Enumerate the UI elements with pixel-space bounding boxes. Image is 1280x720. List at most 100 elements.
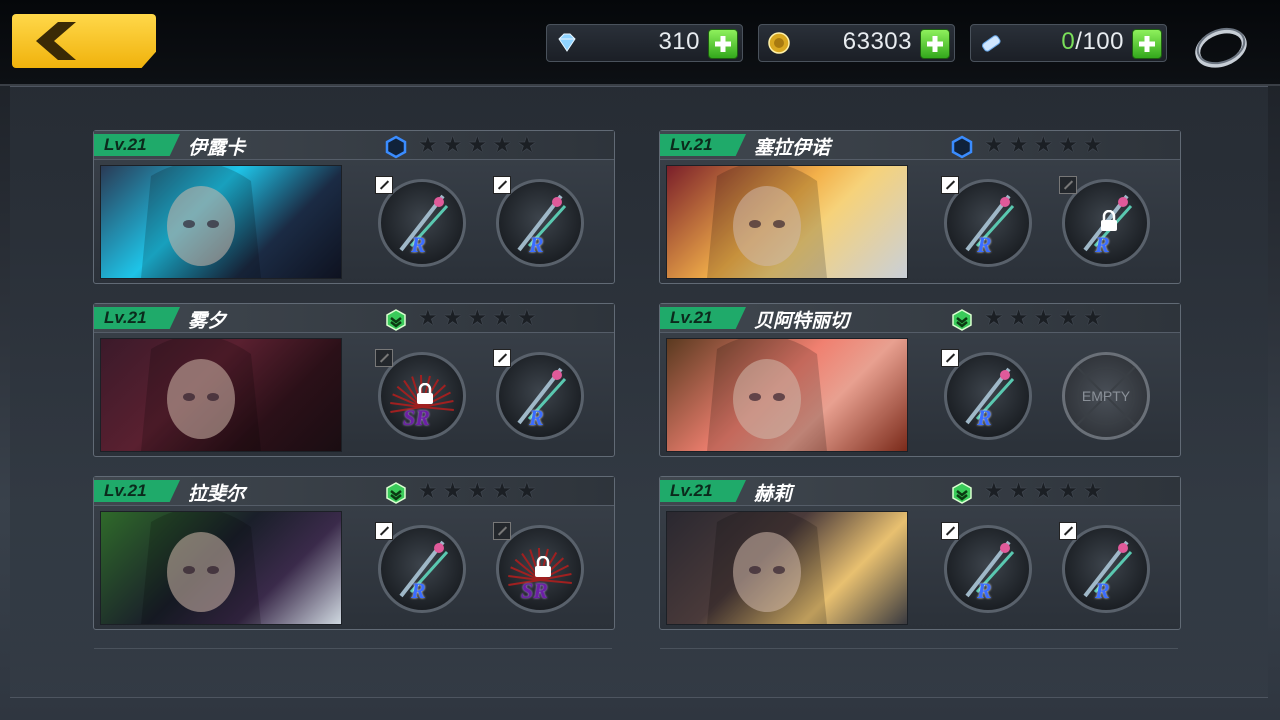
character-card[interactable]: Lv.21 赫莉 ★ ★ ★ ★ ★ R R bbox=[659, 476, 1181, 630]
star-icon: ★ bbox=[418, 133, 438, 158]
card-header: Lv.21 雾夕 ★ ★ ★ ★ ★ bbox=[94, 304, 614, 333]
rarity-label: R bbox=[411, 232, 426, 257]
star-rating: ★ ★ ★ ★ ★ bbox=[418, 308, 542, 330]
add-stamina-button[interactable] bbox=[1132, 29, 1162, 59]
star-rating: ★ ★ ★ ★ ★ bbox=[984, 308, 1108, 330]
rarity-label: R bbox=[977, 405, 992, 430]
back-button[interactable] bbox=[12, 14, 156, 68]
character-card[interactable]: Lv.21 雾夕 ★ ★ ★ ★ ★ SR R bbox=[93, 303, 615, 457]
level-tag: Lv.21 bbox=[660, 134, 746, 156]
star-icon: ★ bbox=[492, 133, 512, 158]
stamina-value: 0/100 bbox=[1061, 28, 1124, 55]
star-icon: ★ bbox=[1033, 306, 1054, 331]
weapon-slot[interactable]: R bbox=[1059, 176, 1150, 267]
level-tag: Lv.21 bbox=[660, 307, 746, 329]
character-card[interactable]: Lv.21 贝阿特丽切 ★ ★ ★ ★ ★ R EMPTY bbox=[659, 303, 1181, 457]
star-icon: ★ bbox=[492, 306, 512, 331]
level-tag: Lv.21 bbox=[94, 307, 180, 329]
star-icon: ★ bbox=[467, 479, 488, 504]
star-rating: ★ ★ ★ ★ ★ bbox=[984, 481, 1108, 503]
star-rating: ★ ★ ★ ★ ★ bbox=[418, 135, 542, 157]
star-icon: ★ bbox=[1082, 133, 1103, 158]
level-tag: Lv.21 bbox=[660, 480, 746, 502]
star-icon: ★ bbox=[1058, 479, 1078, 504]
weapon-slot[interactable]: R bbox=[1059, 522, 1150, 613]
star-rating: ★ ★ ★ ★ ★ bbox=[984, 135, 1108, 157]
weapon-slot[interactable]: R bbox=[493, 349, 584, 440]
weapon-slot[interactable]: R bbox=[941, 349, 1032, 440]
rarity-label: R bbox=[411, 578, 426, 603]
diamond-icon bbox=[558, 33, 576, 52]
character-portrait bbox=[666, 165, 908, 279]
character-card[interactable]: Lv.21 伊露卡 ★ ★ ★ ★ ★ R R bbox=[93, 130, 615, 284]
weapon-slot[interactable]: R bbox=[375, 176, 466, 267]
star-icon: ★ bbox=[984, 479, 1004, 504]
character-portrait bbox=[100, 165, 342, 279]
rarity-label: R bbox=[529, 405, 544, 430]
rank-hexagon-icon bbox=[385, 135, 407, 159]
rarity-label: R bbox=[529, 232, 544, 257]
add-diamond-button[interactable] bbox=[708, 29, 738, 59]
card-header: Lv.21 拉斐尔 ★ ★ ★ ★ ★ bbox=[94, 477, 614, 506]
gold-counter: 63303 bbox=[758, 24, 955, 62]
star-icon: ★ bbox=[467, 306, 488, 331]
card-header: Lv.21 塞拉伊诺 ★ ★ ★ ★ ★ bbox=[660, 131, 1180, 160]
rarity-label: R bbox=[1095, 232, 1110, 257]
lock-icon bbox=[1101, 210, 1117, 231]
top-bar: 310 63303 0/100 bbox=[0, 0, 1280, 86]
character-card[interactable]: Lv.21 拉斐尔 ★ ★ ★ ★ ★ R SR bbox=[93, 476, 615, 630]
add-gold-button[interactable] bbox=[920, 29, 950, 59]
star-icon: ★ bbox=[984, 306, 1004, 331]
weapon-slot[interactable]: SR bbox=[375, 349, 466, 440]
character-name: 塞拉伊诺 bbox=[754, 137, 831, 159]
rarity-label: SR bbox=[403, 405, 430, 430]
rank-hexagon-icon bbox=[951, 135, 973, 159]
weapon-slot[interactable]: R bbox=[375, 522, 466, 613]
back-arrow-icon bbox=[36, 22, 76, 60]
star-icon: ★ bbox=[442, 133, 463, 158]
star-icon: ★ bbox=[1058, 306, 1078, 331]
weapon-slot[interactable]: SR bbox=[493, 522, 584, 613]
star-icon: ★ bbox=[516, 306, 537, 331]
level-tag: Lv.21 bbox=[94, 134, 180, 156]
empty-label: EMPTY bbox=[1081, 388, 1131, 404]
character-name: 贝阿特丽切 bbox=[754, 310, 850, 332]
character-name: 拉斐尔 bbox=[188, 483, 246, 505]
weapon-slot[interactable]: R bbox=[941, 176, 1032, 267]
star-rating: ★ ★ ★ ★ ★ bbox=[418, 481, 542, 503]
star-icon: ★ bbox=[418, 479, 438, 504]
rank-hexagon-icon bbox=[386, 482, 406, 504]
character-portrait bbox=[666, 338, 908, 452]
star-icon: ★ bbox=[467, 133, 488, 158]
weapon-slot[interactable]: R bbox=[493, 176, 584, 267]
card-header: Lv.21 伊露卡 ★ ★ ★ ★ ★ bbox=[94, 131, 614, 160]
rarity-label: R bbox=[977, 232, 992, 257]
rank-hexagon-icon bbox=[952, 482, 972, 504]
ring-icon[interactable] bbox=[1193, 20, 1249, 70]
card-divider bbox=[660, 648, 1178, 659]
gold-value: 63303 bbox=[842, 28, 912, 55]
character-portrait bbox=[100, 338, 342, 452]
star-icon: ★ bbox=[1082, 479, 1103, 504]
character-name: 伊露卡 bbox=[188, 137, 246, 159]
empty-weapon-slot[interactable]: EMPTY bbox=[1062, 352, 1150, 440]
star-icon: ★ bbox=[1058, 133, 1078, 158]
star-icon: ★ bbox=[1008, 133, 1029, 158]
star-icon: ★ bbox=[442, 306, 463, 331]
character-name: 赫莉 bbox=[754, 483, 793, 505]
card-header: Lv.21 赫莉 ★ ★ ★ ★ ★ bbox=[660, 477, 1180, 506]
weapon-slot[interactable]: R bbox=[941, 522, 1032, 613]
rarity-label: SR bbox=[521, 578, 548, 603]
star-icon: ★ bbox=[984, 133, 1004, 158]
rank-hexagon-icon bbox=[386, 309, 406, 331]
stamina-counter: 0/100 bbox=[970, 24, 1167, 62]
character-card[interactable]: Lv.21 塞拉伊诺 ★ ★ ★ ★ ★ R R bbox=[659, 130, 1181, 284]
ticket-icon bbox=[982, 35, 1001, 52]
diamond-value: 310 bbox=[658, 28, 700, 55]
star-icon: ★ bbox=[516, 133, 537, 158]
star-icon: ★ bbox=[1008, 306, 1029, 331]
gold-coin-icon bbox=[768, 32, 790, 54]
star-icon: ★ bbox=[1008, 479, 1029, 504]
star-icon: ★ bbox=[442, 479, 463, 504]
character-portrait bbox=[100, 511, 342, 625]
